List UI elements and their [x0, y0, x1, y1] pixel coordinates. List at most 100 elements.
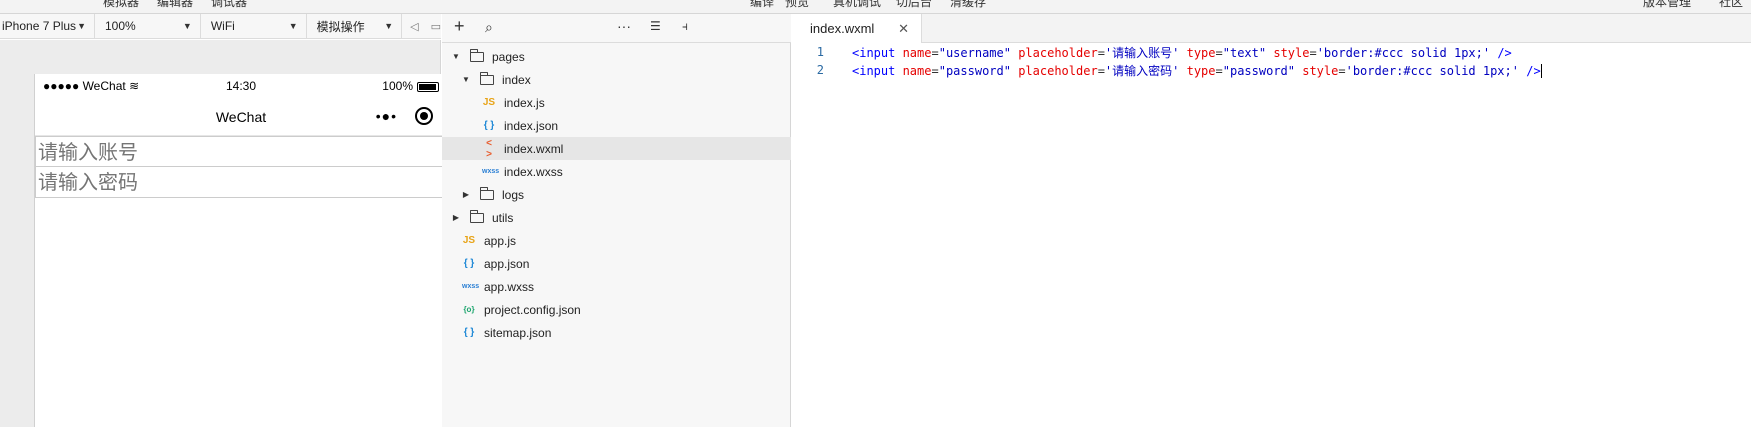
caret-right-icon: ▶: [462, 190, 470, 199]
capsule-buttons: •●•: [376, 107, 433, 125]
file-explorer: ▼ pages ▼ index JS index.js { } index.js…: [442, 43, 791, 427]
code-content: <input name="username" placeholder='请输入账…: [852, 44, 1512, 61]
code-token: type: [1186, 45, 1216, 60]
window-icon[interactable]: ▭: [431, 20, 441, 33]
text-cursor: [1540, 64, 1542, 78]
tree-item-index-wxss[interactable]: wxss index.wxss: [442, 160, 791, 183]
tree-item-app-json[interactable]: { } app.json: [442, 252, 791, 275]
more-icon[interactable]: ···: [617, 18, 631, 34]
code-token: =: [1338, 63, 1346, 78]
tree-item-sitemap-json[interactable]: { } sitemap.json: [442, 321, 791, 344]
add-icon[interactable]: +: [454, 16, 465, 37]
js-file-icon: JS: [462, 235, 476, 246]
code-token: =: [1215, 63, 1223, 78]
code-token: />: [1526, 63, 1541, 78]
folder-open-icon: [470, 48, 484, 62]
tree-item-pages[interactable]: ▼ pages: [442, 45, 791, 68]
js-file-icon: JS: [482, 97, 496, 108]
code-token: =: [1309, 45, 1317, 60]
tree-item-app-wxss[interactable]: wxss app.wxss: [442, 275, 791, 298]
code-token: =: [931, 45, 939, 60]
layout-icon[interactable]: ⫞: [682, 19, 688, 34]
close-icon[interactable]: ✕: [898, 21, 909, 37]
code-token: type: [1186, 63, 1216, 78]
tree-item-index-wxml[interactable]: < > index.wxml: [442, 137, 791, 160]
menu-version-management[interactable]: 版本管理: [1643, 0, 1691, 10]
code-editor[interactable]: 1 <input name="username" placeholder='请输…: [792, 43, 1751, 427]
code-line: 2 <input name="password" placeholder='请输…: [792, 61, 1751, 79]
top-menu-bar: 模拟器 编辑器 调试器 编译 预览 真机调试 切后台 清缓存 版本管理 社区: [0, 0, 1751, 14]
menu-editor[interactable]: 编辑器: [157, 0, 193, 10]
simulator-toolbar: iPhone 7 Plus ▼ 100% ▼ WiFi ▼ 模拟操作 ▼ ◁ ▭: [0, 13, 441, 39]
wxss-file-icon: wxss: [482, 168, 500, 175]
wxss-file-icon: wxss: [462, 283, 480, 290]
explorer-toolbar: + ⌕ ··· ☰ ⫞: [442, 14, 791, 43]
code-token: "text": [1222, 45, 1267, 60]
code-token: placeholder: [1018, 45, 1098, 60]
menu-preview[interactable]: 预览: [785, 0, 809, 10]
code-token: style: [1302, 63, 1339, 78]
line-number: 2: [816, 63, 824, 77]
tree-item-utils[interactable]: ▶ utils: [442, 206, 791, 229]
code-token: name: [902, 63, 932, 78]
battery-icon: [417, 81, 439, 92]
phone-status-bar: ●●●●● WeChat ≋ 14:30 100%: [35, 74, 447, 98]
json-file-icon: { }: [463, 258, 475, 269]
code-token: "password": [1222, 63, 1295, 78]
wxml-file-icon: < >: [486, 137, 492, 160]
code-token: =: [1215, 45, 1223, 60]
line-number: 1: [816, 45, 824, 59]
operation-select[interactable]: 模拟操作 ▼: [307, 13, 403, 39]
tab-index-wxml[interactable]: index.wxml ✕: [792, 14, 922, 43]
menu-compile[interactable]: 编译: [750, 0, 774, 10]
code-token: 'border:#ccc solid 1px;': [1316, 45, 1491, 60]
json-file-icon: { }: [463, 327, 475, 338]
volume-icon[interactable]: ◁: [410, 20, 418, 33]
zoom-select[interactable]: 100% ▼: [95, 13, 201, 39]
code-token: />: [1497, 45, 1512, 60]
tree-item-index-json[interactable]: { } index.json: [442, 114, 791, 137]
code-token: name: [902, 45, 932, 60]
code-token: <input: [852, 45, 903, 60]
nav-title: WeChat: [215, 108, 267, 125]
device-select[interactable]: iPhone 7 Plus ▼: [0, 13, 95, 39]
menu-clear-cache[interactable]: 清缓存: [950, 0, 986, 10]
code-token: 'border:#ccc solid 1px;': [1345, 63, 1519, 78]
menu-real-device-debug[interactable]: 真机调试: [833, 0, 881, 10]
menu-simulator[interactable]: 模拟器: [103, 0, 139, 10]
caret-down-icon: ▼: [452, 52, 460, 61]
search-icon[interactable]: ⌕: [485, 19, 493, 36]
tree-item-logs[interactable]: ▶ logs: [442, 183, 791, 206]
username-input[interactable]: [35, 136, 449, 167]
chevron-down-icon: ▼: [384, 21, 394, 31]
code-token: '请输入密码': [1104, 63, 1180, 78]
editor-tab-bar: index.wxml ✕: [792, 14, 1751, 43]
caret-right-icon: ▶: [452, 213, 460, 222]
close-target-icon[interactable]: [415, 107, 433, 125]
code-token: style: [1273, 45, 1310, 60]
more-dots-icon[interactable]: •●•: [376, 108, 397, 124]
caret-down-icon: ▼: [462, 75, 470, 84]
status-time: 14:30: [225, 79, 257, 93]
password-input[interactable]: [35, 167, 449, 198]
menu-debugger[interactable]: 调试器: [211, 0, 247, 10]
code-token: "username": [938, 45, 1011, 60]
folder-icon: [480, 186, 494, 200]
code-token: <input: [852, 63, 903, 78]
tree-item-project-config[interactable]: {o} project.config.json: [442, 298, 791, 321]
code-token: placeholder: [1018, 63, 1098, 78]
tree-item-index-folder[interactable]: ▼ index: [442, 68, 791, 91]
chevron-down-icon: ▼: [77, 21, 86, 31]
collapse-icon[interactable]: ☰: [650, 19, 661, 33]
tree-item-index-js[interactable]: JS index.js: [442, 91, 791, 114]
menu-background[interactable]: 切后台: [896, 0, 932, 10]
menu-community[interactable]: 社区: [1719, 0, 1743, 10]
code-token: =: [1097, 63, 1105, 78]
tree-item-app-js[interactable]: JS app.js: [442, 229, 791, 252]
network-select[interactable]: WiFi ▼: [201, 13, 307, 39]
code-token: =: [931, 63, 939, 78]
code-token: '请输入账号': [1104, 45, 1180, 60]
folder-icon: [470, 209, 484, 223]
chevron-down-icon: ▼: [182, 21, 192, 31]
